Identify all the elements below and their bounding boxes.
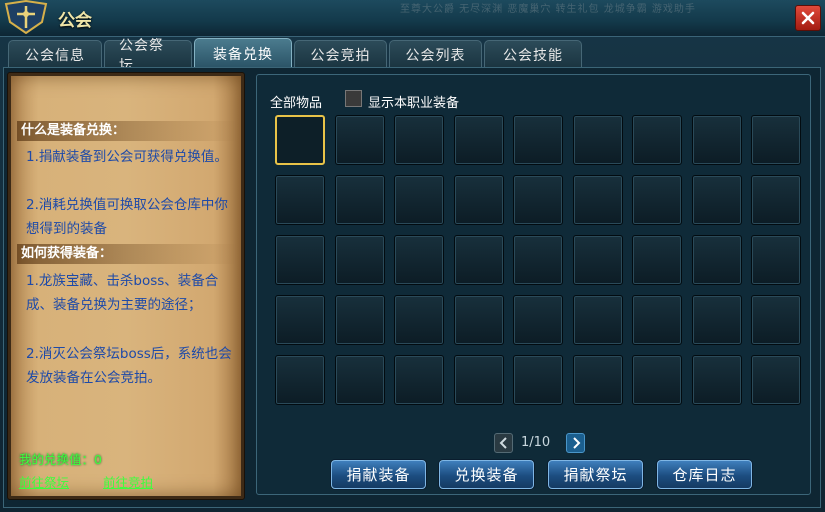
tab-bar: 公会信息 公会祭坛 装备兑换 公会竞拍 公会列表 公会技能 <box>8 38 584 74</box>
equipment-slot[interactable] <box>513 295 563 345</box>
equipment-slot[interactable] <box>632 175 682 225</box>
equipment-slot[interactable] <box>394 115 444 165</box>
info-text-item: 1.龙族宝藏、击杀boss、装备合成、装备兑换为主要的途径； <box>26 273 219 313</box>
tab-guild-auction[interactable]: 公会竞拍 <box>294 40 387 68</box>
equipment-slot[interactable] <box>573 175 623 225</box>
window-title: 公会 <box>58 11 92 31</box>
equipment-slot[interactable] <box>394 355 444 405</box>
equipment-slot[interactable] <box>335 115 385 165</box>
equipment-slot[interactable] <box>275 295 325 345</box>
equipment-slot[interactable] <box>632 235 682 285</box>
equipment-slot[interactable] <box>573 235 623 285</box>
info-text-item: 2.消灭公会祭坛boss后，系统也会发放装备在公会竞拍。 <box>26 346 232 386</box>
equipment-slot[interactable] <box>573 115 623 165</box>
go-to-altar-link[interactable]: 前往祭坛 <box>19 472 69 491</box>
equipment-slot[interactable] <box>394 235 444 285</box>
equipment-slot[interactable] <box>632 115 682 165</box>
filter-all-items[interactable]: 全部物品 <box>270 92 322 111</box>
equipment-slot[interactable] <box>454 355 504 405</box>
chevron-right-icon <box>572 437 580 449</box>
show-class-equipment-checkbox[interactable] <box>345 90 362 107</box>
equipment-slot[interactable] <box>275 355 325 405</box>
equipment-slot[interactable] <box>454 235 504 285</box>
donate-equipment-button[interactable]: 捐献装备 <box>331 460 426 489</box>
section-title-what-is-exchange: 什么是装备兑换： <box>17 121 237 141</box>
equipment-slot[interactable] <box>632 355 682 405</box>
equipment-slot[interactable] <box>573 295 623 345</box>
go-to-auction-link[interactable]: 前往竞拍 <box>103 472 153 491</box>
title-bar: 至尊大公爵 无尽深渊 恶魔巢穴 转生礼包 龙城争霸 游戏助手 <box>0 0 825 36</box>
equipment-slot[interactable] <box>751 175 801 225</box>
equipment-slot[interactable] <box>454 175 504 225</box>
chevron-left-icon <box>499 437 507 449</box>
info-text-item: 2.消耗兑换值可换取公会仓库中你想得到的装备 <box>26 197 228 237</box>
equipment-slot[interactable] <box>454 115 504 165</box>
equipment-slot[interactable] <box>513 115 563 165</box>
info-text-item: 1.捐献装备到公会可获得兑换值。 <box>26 149 228 165</box>
equipment-slot[interactable] <box>751 355 801 405</box>
equipment-slot[interactable] <box>454 295 504 345</box>
equipment-slot[interactable] <box>513 175 563 225</box>
show-class-equipment-label[interactable]: 显示本职业装备 <box>368 92 459 111</box>
equipment-slot-selected[interactable] <box>275 115 325 165</box>
close-icon <box>801 11 815 25</box>
tab-guild-skills[interactable]: 公会技能 <box>484 40 582 68</box>
equipment-slot[interactable] <box>335 355 385 405</box>
exchange-value-label: 我的兑换值：0 <box>19 452 102 467</box>
equipment-slot[interactable] <box>513 355 563 405</box>
equipment-slot[interactable] <box>692 235 742 285</box>
equipment-slot[interactable] <box>513 235 563 285</box>
prev-page-button[interactable] <box>494 433 513 453</box>
equipment-slot[interactable] <box>275 235 325 285</box>
equipment-slot[interactable] <box>751 295 801 345</box>
close-button[interactable] <box>795 5 821 31</box>
equipment-slot[interactable] <box>751 235 801 285</box>
tab-guild-info[interactable]: 公会信息 <box>8 40 102 68</box>
equipment-slot[interactable] <box>335 235 385 285</box>
equipment-slot[interactable] <box>692 175 742 225</box>
donate-altar-button[interactable]: 捐献祭坛 <box>548 460 643 489</box>
tab-guild-altar[interactable]: 公会祭坛 <box>104 38 192 74</box>
equipment-slot[interactable] <box>692 355 742 405</box>
equipment-slot[interactable] <box>751 115 801 165</box>
equipment-slot[interactable] <box>394 175 444 225</box>
exchange-equipment-button[interactable]: 兑换装备 <box>439 460 534 489</box>
page-indicator: 1/10 <box>521 435 551 450</box>
equipment-slot[interactable] <box>632 295 682 345</box>
equipment-slot[interactable] <box>394 295 444 345</box>
equipment-slot[interactable] <box>335 175 385 225</box>
equipment-slot[interactable] <box>692 115 742 165</box>
background-menu-text: 至尊大公爵 无尽深渊 恶魔巢穴 转生礼包 龙城争霸 游戏助手 <box>400 4 696 14</box>
tab-guild-list[interactable]: 公会列表 <box>389 40 482 68</box>
guild-emblem-icon <box>2 0 50 35</box>
warehouse-log-button[interactable]: 仓库日志 <box>657 460 752 489</box>
equipment-slot[interactable] <box>275 175 325 225</box>
section-title-how-to-obtain: 如何获得装备： <box>17 244 237 264</box>
next-page-button[interactable] <box>566 433 585 453</box>
equipment-slot[interactable] <box>335 295 385 345</box>
equipment-slot[interactable] <box>573 355 623 405</box>
tab-equipment-exchange[interactable]: 装备兑换 <box>194 38 292 68</box>
equipment-slot[interactable] <box>692 295 742 345</box>
